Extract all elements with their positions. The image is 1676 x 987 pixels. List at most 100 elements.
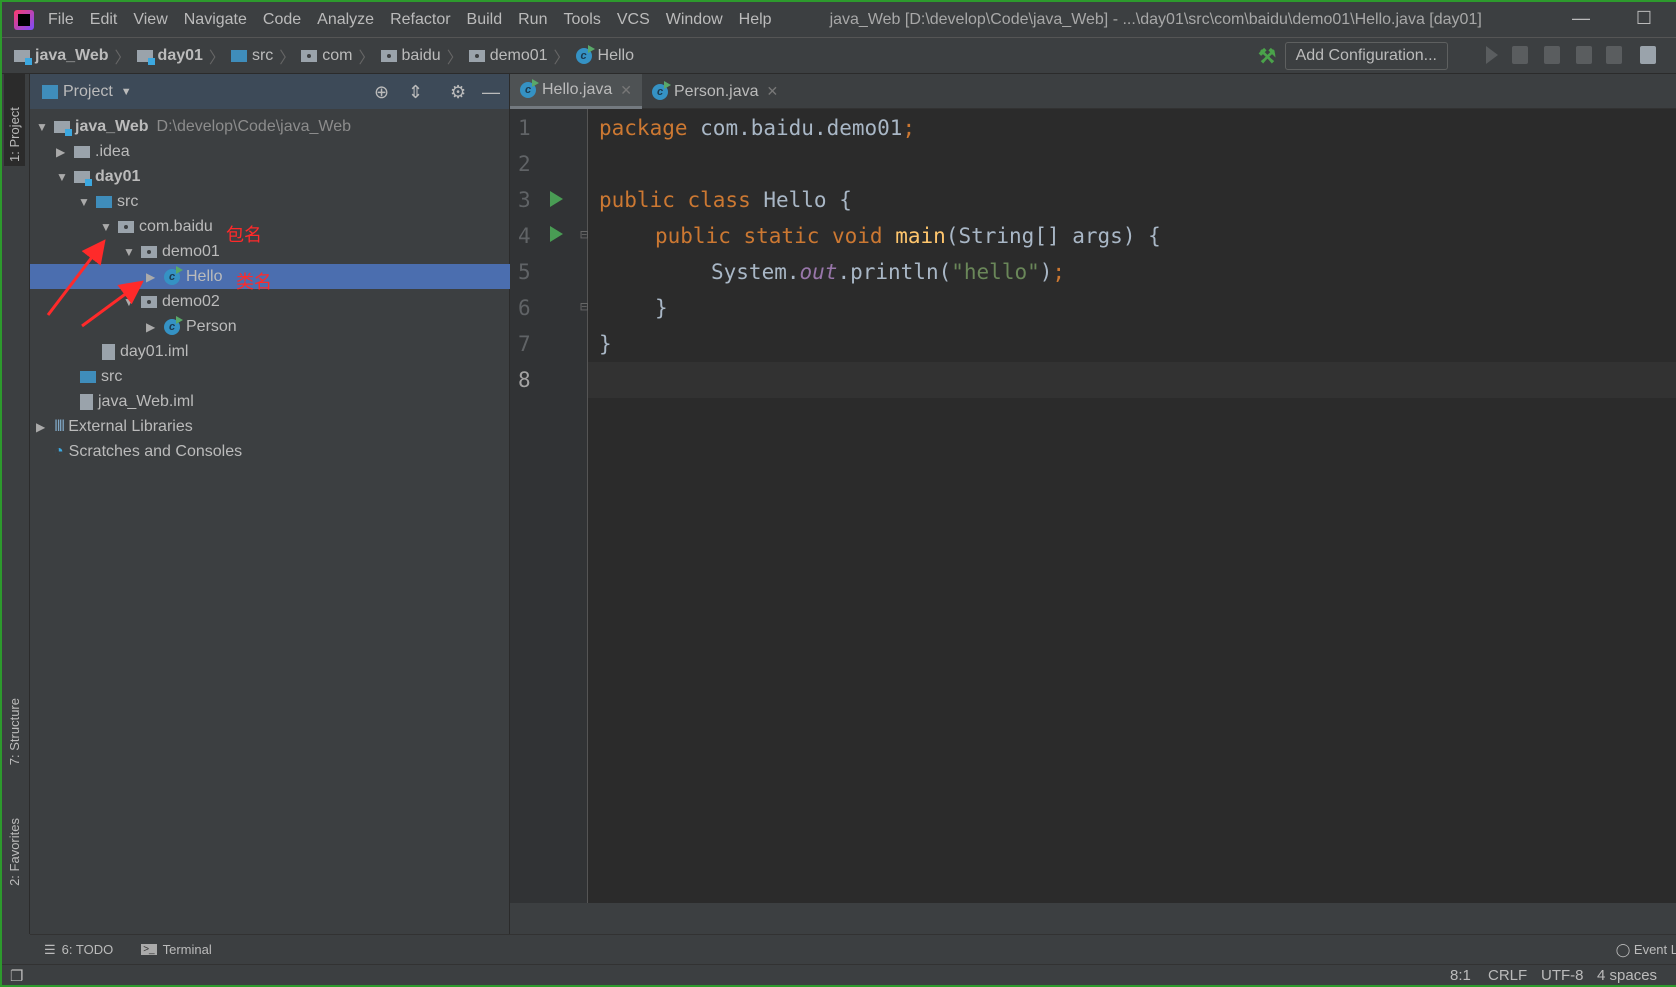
- close-icon[interactable]: ✕: [620, 82, 632, 99]
- debug-icon[interactable]: [1512, 46, 1528, 64]
- tree-item-src[interactable]: ▼ src: [30, 189, 510, 214]
- chevron-right-icon[interactable]: ▶: [146, 270, 164, 284]
- chevron-down-icon[interactable]: ▼: [36, 120, 54, 134]
- navigation-bar: java_Web 〉 day01 〉 src 〉 com 〉 baidu 〉 demo01…: [2, 38, 1676, 74]
- todo-tool-button[interactable]: 6: TODO: [62, 942, 114, 957]
- menu-vcs[interactable]: VCS: [617, 11, 650, 29]
- breadcrumb-src[interactable]: src 〉: [230, 44, 295, 68]
- breadcrumb-java-web[interactable]: java_Web 〉: [14, 44, 131, 68]
- hide-icon[interactable]: —: [482, 82, 500, 103]
- code-line-1: package com.baidu.demo01;: [599, 116, 916, 140]
- project-panel-header: Project ▼ ⊕ ⇕ ⚙ —: [30, 74, 509, 109]
- structure-tool-tab[interactable]: 7: Structure: [4, 694, 25, 769]
- class-name-annotation: 类名: [236, 272, 272, 292]
- indent-setting[interactable]: 4 spaces: [1597, 967, 1657, 984]
- code-editor[interactable]: 1 2 3 4 5 6 7 8 ⊟ ⊟ package com.baidu.de…: [510, 109, 1676, 903]
- class-icon: c: [164, 315, 183, 335]
- code-line-7: }: [599, 332, 612, 356]
- tree-item-com-baidu[interactable]: ▼ com.baidu: [30, 214, 510, 239]
- chevron-down-icon[interactable]: ▼: [123, 295, 141, 309]
- line-number: 2: [518, 152, 531, 176]
- tree-item-scratches[interactable]: ◔ Scratches and Consoles: [30, 439, 510, 464]
- gear-icon[interactable]: ⚙: [450, 82, 466, 103]
- tree-item-external-libraries[interactable]: ▶ ‖‖ External Libraries: [30, 414, 510, 439]
- class-icon: c: [164, 265, 183, 285]
- event-log-button[interactable]: ◯ Event L: [1616, 942, 1676, 958]
- tree-item-root-src[interactable]: src: [30, 364, 510, 389]
- project-view-selector[interactable]: Project: [63, 83, 113, 101]
- menu-run[interactable]: Run: [518, 11, 547, 29]
- tree-item-java-web[interactable]: ▼ java_Web D:\develop\Code\java_Web: [30, 114, 510, 139]
- tree-item-person[interactable]: ▶ c Person: [30, 314, 510, 339]
- terminal-tool-button[interactable]: Terminal: [163, 942, 212, 957]
- menu-help[interactable]: Help: [739, 11, 772, 29]
- fold-icon[interactable]: ⊟: [580, 299, 588, 315]
- tab-person-java[interactable]: c Person.java ✕: [642, 74, 788, 109]
- line-ending[interactable]: CRLF: [1488, 967, 1527, 984]
- menu-file[interactable]: File: [48, 11, 74, 29]
- libraries-icon: ‖‖: [54, 417, 65, 435]
- tab-hello-java[interactable]: c Hello.java ✕: [510, 74, 642, 109]
- tree-item-idea[interactable]: ▶ .idea: [30, 139, 510, 164]
- file-encoding[interactable]: UTF-8: [1541, 967, 1584, 984]
- add-configuration-button[interactable]: Add Configuration...: [1284, 42, 1448, 70]
- chevron-right-icon[interactable]: ▶: [56, 145, 74, 159]
- project-panel: Project ▼ ⊕ ⇕ ⚙ — ▼ java_Web D:\develop\Co…: [30, 74, 510, 934]
- module-folder-icon: [54, 120, 72, 136]
- close-icon[interactable]: ✕: [767, 83, 779, 100]
- profile-icon[interactable]: [1576, 46, 1592, 64]
- chevron-down-icon[interactable]: ▼: [123, 245, 141, 259]
- chevron-down-icon[interactable]: ▼: [121, 86, 132, 98]
- chevron-down-icon[interactable]: ▼: [78, 195, 96, 209]
- menu-refactor[interactable]: Refactor: [390, 11, 450, 29]
- event-log-icon: ◯: [1615, 942, 1634, 957]
- caret-position[interactable]: 8:1: [1450, 967, 1471, 984]
- tree-item-java-web-iml[interactable]: java_Web.iml: [30, 389, 510, 414]
- chevron-down-icon[interactable]: ▼: [100, 220, 118, 234]
- collapse-all-icon[interactable]: ⇕: [408, 82, 423, 103]
- maximize-button[interactable]: ☐: [1636, 8, 1652, 29]
- breadcrumb-baidu[interactable]: baidu 〉: [380, 44, 463, 68]
- status-bar: ❐ 8:1 CRLF UTF-8 4 spaces: [2, 964, 1676, 987]
- tree-item-demo01[interactable]: ▼ demo01: [30, 239, 510, 264]
- menu-code[interactable]: Code: [263, 11, 301, 29]
- chevron-right-icon[interactable]: ▶: [146, 320, 164, 334]
- bottom-tool-bar: ☰ 6: TODO >_ Terminal ◯ Event L: [30, 934, 1676, 964]
- left-tool-strip: 1: Project 7: Structure 2: Favorites: [2, 74, 30, 934]
- todo-list-icon: ☰: [44, 941, 56, 957]
- fold-icon[interactable]: ⊟: [580, 227, 588, 243]
- source-folder-icon: [96, 195, 112, 208]
- terminal-icon: >_: [141, 944, 157, 955]
- menu-build[interactable]: Build: [467, 11, 503, 29]
- menu-analyze[interactable]: Analyze: [317, 11, 374, 29]
- tree-item-day01-iml[interactable]: day01.iml: [30, 339, 510, 364]
- menu-edit[interactable]: Edit: [90, 11, 118, 29]
- favorites-tool-tab[interactable]: 2: Favorites: [4, 814, 25, 890]
- menu-tools[interactable]: Tools: [563, 11, 600, 29]
- line-number: 3: [518, 188, 531, 212]
- run-class-icon[interactable]: [550, 191, 563, 207]
- menu-navigate[interactable]: Navigate: [184, 11, 247, 29]
- stop-icon[interactable]: [1606, 46, 1622, 64]
- package-icon: [118, 220, 134, 233]
- tree-item-day01[interactable]: ▼ day01: [30, 164, 510, 189]
- project-tool-tab[interactable]: 1: Project: [4, 74, 25, 166]
- package-icon: [380, 49, 397, 62]
- breadcrumb-hello[interactable]: c Hello: [575, 44, 634, 65]
- run-icon[interactable]: [1486, 46, 1498, 64]
- menu-window[interactable]: Window: [666, 11, 723, 29]
- toggle-tool-windows-icon[interactable]: ❐: [10, 967, 23, 985]
- project-structure-icon[interactable]: [1640, 46, 1656, 64]
- locate-icon[interactable]: ⊕: [374, 82, 389, 103]
- chevron-down-icon[interactable]: ▼: [56, 170, 74, 184]
- run-main-icon[interactable]: [550, 226, 563, 242]
- chevron-right-icon[interactable]: ▶: [36, 420, 54, 434]
- breadcrumb-day01[interactable]: day01 〉: [136, 44, 225, 68]
- minimize-button[interactable]: —: [1572, 8, 1590, 29]
- breadcrumb-com[interactable]: com 〉: [301, 44, 375, 68]
- folder-icon: [74, 145, 90, 158]
- breadcrumb-demo01[interactable]: demo01 〉: [468, 44, 570, 68]
- coverage-icon[interactable]: [1544, 46, 1560, 64]
- build-hammer-icon[interactable]: ⚒: [1258, 44, 1276, 69]
- menu-view[interactable]: View: [133, 11, 167, 29]
